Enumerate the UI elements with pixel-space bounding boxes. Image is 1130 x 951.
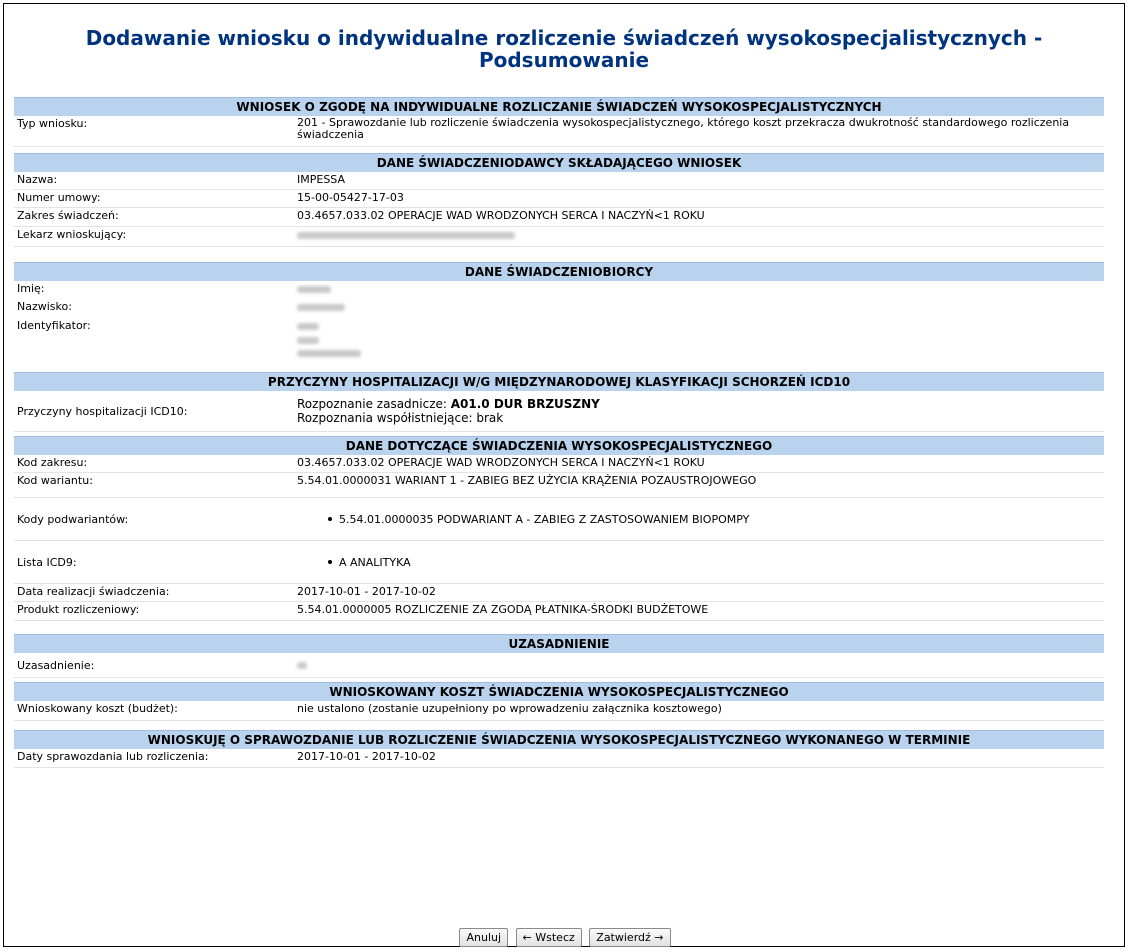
row-typ-wniosku: Typ wniosku: 201 - Sprawozdanie lub rozl… [14, 116, 1104, 147]
section-header-dawca: DANE ŚWIADCZENIODAWCY SKŁADAJĄCEGO WNIOS… [14, 153, 1104, 172]
nazwisko-label: Nazwisko: [17, 300, 72, 313]
rozpoznanie-zasadnicze-value: A01.0 DUR BRZUSZNY [450, 397, 600, 411]
wnioskowany-koszt-label: Wnioskowany koszt (budżet): [17, 702, 178, 715]
section-header-przyczyny: PRZYCZYNY HOSPITALIZACJI W/G MIĘDZYNAROD… [14, 372, 1104, 391]
row-imie: Imię: [14, 281, 1104, 299]
nazwa-label: Nazwa: [17, 173, 58, 186]
section-header-termin: WNIOSKUJĘ O SPRAWOZDANIE LUB ROZLICZENIE… [14, 730, 1104, 749]
row-nazwa: Nazwa: IMPESSA [14, 172, 1104, 190]
daty-sprawozdania-label: Daty sprawozdania lub rozliczenia: [17, 750, 209, 763]
przyczyny-value: Rozpoznanie zasadnicze: A01.0 DUR BRZUSZ… [297, 396, 1104, 426]
kod-zakresu-value: 03.4657.033.02 OPERACJE WAD WRODZONYCH S… [297, 456, 705, 469]
zakres-swiadczen-value: 03.4657.033.02 OPERACJE WAD WRODZONYCH S… [297, 209, 705, 222]
typ-wniosku-label: Typ wniosku: [17, 117, 88, 130]
row-wnioskowany-koszt: Wnioskowany koszt (budżet): nie ustalono… [14, 701, 1104, 721]
rozpoznanie-zasadnicze-prefix: Rozpoznanie zasadnicze: [297, 397, 451, 411]
cancel-button[interactable]: Anuluj [459, 928, 509, 947]
row-uzasadnienie: Uzasadnienie: [14, 653, 1104, 678]
bullet-icon [328, 517, 332, 521]
rozpoznania-wspolistniejace: Rozpoznania współistniejące: brak [297, 411, 504, 425]
lekarz-label: Lekarz wnioskujący: [17, 228, 127, 241]
kody-podwariantow-label: Kody podwariantów: [17, 512, 129, 526]
row-numer-umowy: Numer umowy: 15-00-05427-17-03 [14, 190, 1104, 208]
page-title-line2: Podsumowanie [478, 48, 650, 72]
rozpoznanie-zasadnicze: Rozpoznanie zasadnicze: A01.0 DUR BRZUSZ… [297, 397, 1104, 411]
row-data-realizacji: Data realizacji świadczenia: 2017-10-01 … [14, 584, 1104, 602]
przyczyny-label: Przyczyny hospitalizacji ICD10: [17, 404, 188, 418]
kod-wariantu-value: 5.54.01.0000031 WARIANT 1 - ZABIEG BEZ U… [297, 474, 757, 487]
wnioskowany-koszt-value: nie ustalono (zostanie uzupełniony po wp… [297, 702, 722, 715]
page-title-line1: Dodawanie wniosku o indywidualne rozlicz… [85, 26, 1043, 50]
row-identyfikator: Identyfikator: [14, 318, 1104, 357]
data-realizacji-value: 2017-10-01 - 2017-10-02 [297, 585, 436, 598]
row-zakres-swiadczen: Zakres świadczeń: 03.4657.033.02 OPERACJ… [14, 208, 1104, 227]
nazwa-value: IMPESSA [297, 173, 346, 186]
row-kod-zakresu: Kod zakresu: 03.4657.033.02 OPERACJE WAD… [14, 455, 1104, 473]
numer-umowy-value: 15-00-05427-17-03 [297, 191, 404, 204]
imie-label: Imię: [17, 282, 45, 295]
zakres-swiadczen-label: Zakres świadczeń: [17, 209, 119, 222]
row-nazwisko: Nazwisko: [14, 299, 1104, 318]
row-daty-sprawozdania: Daty sprawozdania lub rozliczenia: 2017-… [14, 749, 1104, 768]
kody-podwariantow-item: 5.54.01.0000035 PODWARIANT A - ZABIEG Z … [297, 512, 1104, 527]
section-header-biorca: DANE ŚWIADCZENIOBIORCY [14, 262, 1104, 281]
lista-icd9-value: A ANALITYKA [339, 555, 411, 569]
typ-wniosku-value: 201 - Sprawozdanie lub rozliczenie świad… [297, 116, 1070, 141]
row-kod-wariantu: Kod wariantu: 5.54.01.0000031 WARIANT 1 … [14, 473, 1104, 498]
back-button[interactable]: ← Wstecz [515, 928, 582, 947]
kod-zakresu-label: Kod zakresu: [17, 456, 88, 469]
lekarz-value-redacted [297, 227, 1104, 246]
identyfikator-value-redacted [297, 318, 1104, 357]
section-header-wniosek: WNIOSEK O ZGODĘ NA INDYWIDUALNE ROZLICZA… [14, 97, 1104, 116]
lista-icd9-label: Lista ICD9: [17, 555, 77, 569]
summary-content: WNIOSEK O ZGODĘ NA INDYWIDUALNE ROZLICZA… [14, 97, 1104, 768]
section-header-koszt: WNIOSKOWANY KOSZT ŚWIADCZENIA WYSOKOSPEC… [14, 682, 1104, 701]
produkt-rozliczeniowy-value: 5.54.01.0000005 ROZLICZENIE ZA ZGODĄ PŁA… [297, 603, 709, 616]
identyfikator-label: Identyfikator: [17, 319, 91, 332]
row-kody-podwariantow: Kody podwariantów: 5.54.01.0000035 PODWA… [14, 498, 1104, 541]
row-lekarz: Lekarz wnioskujący: [14, 227, 1104, 247]
row-lista-icd9: Lista ICD9: A ANALITYKA [14, 541, 1104, 584]
daty-sprawozdania-value: 2017-10-01 - 2017-10-02 [297, 750, 436, 763]
imie-value-redacted [297, 281, 1104, 299]
confirm-button[interactable]: Zatwierdź → [589, 928, 671, 947]
produkt-rozliczeniowy-label: Produkt rozliczeniowy: [17, 603, 140, 616]
uzasadnienie-label: Uzasadnienie: [17, 658, 95, 672]
kod-wariantu-label: Kod wariantu: [17, 474, 93, 487]
row-przyczyny-icd10: Przyczyny hospitalizacji ICD10: Rozpozna… [14, 391, 1104, 432]
uzasadnienie-value-redacted [297, 658, 1104, 673]
row-produkt-rozliczeniowy: Produkt rozliczeniowy: 5.54.01.0000005 R… [14, 602, 1104, 621]
section-header-swiadczenie: DANE DOTYCZĄCE ŚWIADCZENIA WYSOKOSPECJAL… [14, 436, 1104, 455]
data-realizacji-label: Data realizacji świadczenia: [17, 585, 170, 598]
section-header-uzasadnienie: UZASADNIENIE [14, 634, 1104, 653]
kody-podwariantow-value: 5.54.01.0000035 PODWARIANT A - ZABIEG Z … [339, 512, 750, 526]
page-title: Dodawanie wniosku o indywidualne rozlicz… [4, 27, 1124, 71]
lista-icd9-item: A ANALITYKA [297, 555, 1104, 570]
numer-umowy-label: Numer umowy: [17, 191, 101, 204]
bullet-icon [328, 560, 332, 564]
action-buttons: Anuluj ← Wstecz Zatwierdź → [0, 928, 1130, 947]
nazwisko-value-redacted [297, 299, 1104, 318]
